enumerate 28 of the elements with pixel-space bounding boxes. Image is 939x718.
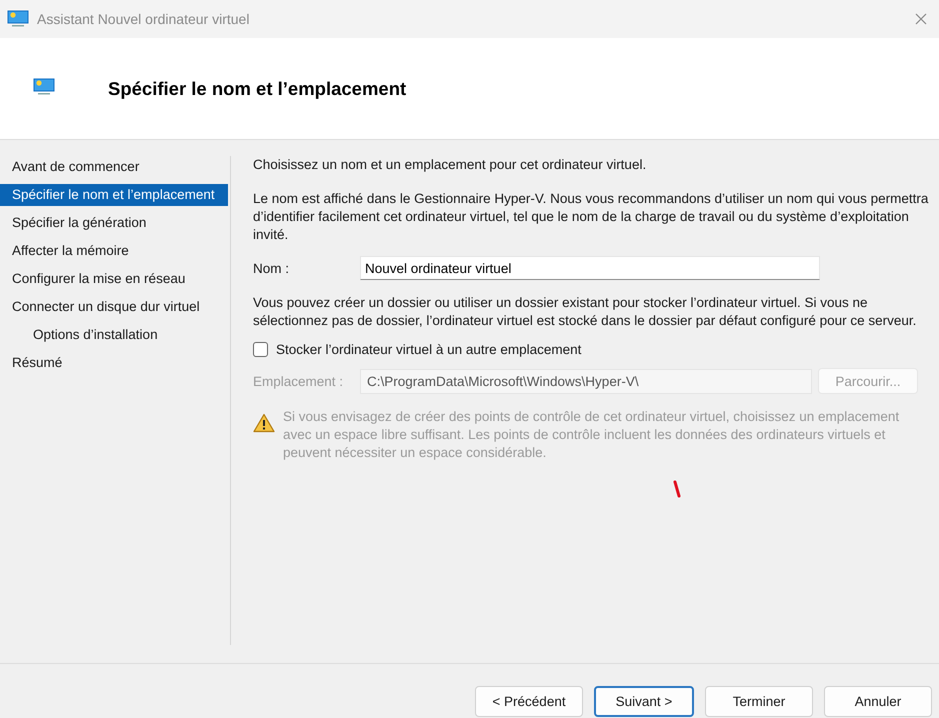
close-icon[interactable] <box>915 13 927 25</box>
window-title: Assistant Nouvel ordinateur virtuel <box>37 11 250 27</box>
monitor-icon <box>7 10 29 28</box>
sidebar-item[interactable]: Affecter la mémoire <box>0 240 228 262</box>
checkbox[interactable] <box>253 342 268 357</box>
warning-text: Si vous envisagez de créer des points de contrôle de cet ordinateur virtuel, choisissez un emplacement avec un espace libre suffisant. Les points de contrôle incluent les données des ordinateurs virtuels et peuvent nécessiter un espace considérable. <box>283 408 900 462</box>
checkbox-label: Stocker l’ordinateur virtuel à un autre emplacement <box>276 342 582 357</box>
name-label: Nom : <box>253 260 290 276</box>
sidebar-item[interactable]: Avant de commencer <box>0 156 228 178</box>
description-text: Le nom est affiché dans le Gestionnaire Hyper-V. Nous vous recommandons d’utiliser un nom qui vous permettra d’identifier facilement cet ordinateur virtuel, tel que le nom de la charge de travail ou du système d’exploitation invité. <box>253 190 929 244</box>
folder-note-text: Vous pouvez créer un dossier ou utiliser un dossier existant pour stocker l’ordinateur virtuel. Si vous ne sélectionnez pas de dossier, l’ordinateur virtuel est stocké dans le dossier par défaut configuré pour ce serveur. <box>253 294 918 330</box>
sidebar-item[interactable]: Spécifier la génération <box>0 212 228 234</box>
monitor-icon <box>33 78 55 96</box>
wizard-button[interactable]: < Précédent <box>475 686 583 717</box>
sidebar-item[interactable]: Connecter un disque dur virtuel <box>0 296 228 318</box>
sidebar-item[interactable]: Résumé <box>0 352 228 374</box>
intro-text: Choisissez un nom et un emplacement pour cet ordinateur virtuel. <box>253 156 648 174</box>
location-label: Emplacement : <box>253 374 344 388</box>
sidebar-item[interactable]: Configurer la mise en réseau <box>0 268 228 290</box>
pen-mark-drawing <box>673 480 681 498</box>
wizard-button[interactable]: Terminer <box>705 686 813 717</box>
name-field[interactable]: Nouvel ordinateur virtuel <box>360 256 820 280</box>
wizard-button[interactable]: Annuler <box>824 686 932 717</box>
sidebar-item[interactable]: Spécifier le nom et l’emplacement <box>0 184 228 206</box>
wizard-button[interactable]: Suivant > <box>594 686 694 717</box>
warning-icon <box>253 413 275 433</box>
page-heading: Spécifier le nom et l’emplacement <box>108 78 406 100</box>
sidebar-item[interactable]: Options d’installation <box>0 324 228 346</box>
